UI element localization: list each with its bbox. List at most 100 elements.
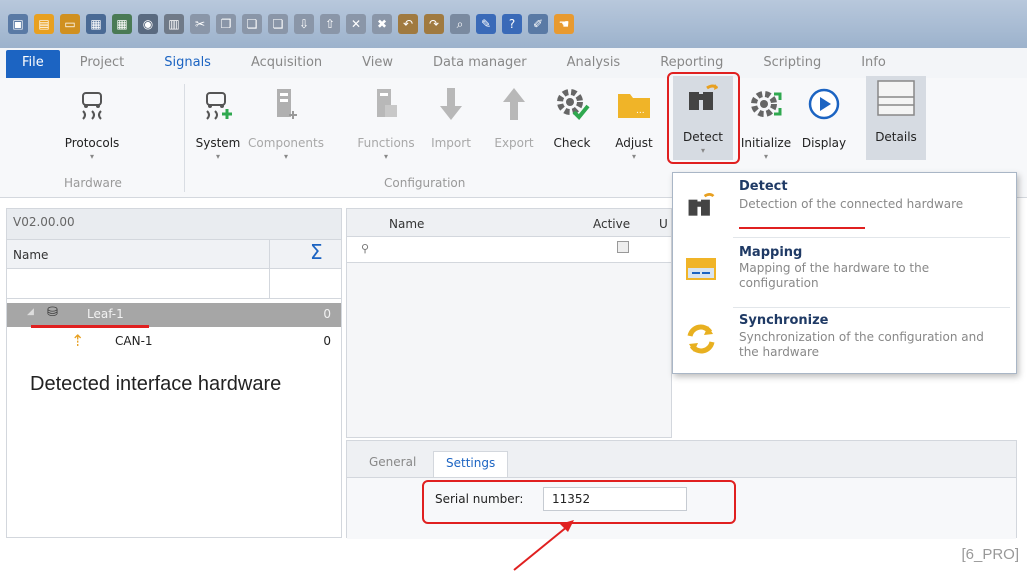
group-label-hardware: Hardware xyxy=(64,176,122,190)
group-divider xyxy=(184,84,185,192)
quick-access-toolbar: ▣ ▤ ▭ ▦ ▦ ◉ ▥ ✂ ❐ ❏ ❏ ⇩ ⇧ ✕ ✖ ↶ ↷ ⌕ ✎ ? … xyxy=(0,0,1027,48)
arrow-up-icon xyxy=(494,84,534,124)
signals-grid: Name Active U ⚲ xyxy=(346,208,672,438)
chevron-down-icon: ▾ xyxy=(383,152,388,161)
group-label-configuration: Configuration xyxy=(384,176,466,190)
pin-icon: ⚲ xyxy=(361,242,370,255)
grid-column-active[interactable]: Active xyxy=(593,217,630,231)
edit-icon[interactable]: ✐ xyxy=(528,14,548,34)
tab-signals[interactable]: Signals xyxy=(144,50,231,78)
binoculars-icon xyxy=(683,78,723,118)
tree-row-leaf[interactable]: ◢ ⛁ Leaf-1 0 xyxy=(7,303,341,328)
details-button[interactable]: Details xyxy=(866,76,926,160)
export-button[interactable]: Export xyxy=(484,82,544,172)
copy-icon[interactable]: ❐ xyxy=(216,14,236,34)
system-button[interactable]: System ▾ xyxy=(188,82,248,172)
help-icon[interactable]: ? xyxy=(502,14,522,34)
check-button[interactable]: Check xyxy=(542,82,602,172)
grid-column-name[interactable]: Name xyxy=(389,217,424,231)
collapse-icon[interactable]: ◢ xyxy=(27,307,34,317)
initialize-button[interactable]: Initialize ▾ xyxy=(736,82,796,172)
tab-data-manager[interactable]: Data manager xyxy=(413,50,547,78)
paste-special-icon[interactable]: ❏ xyxy=(268,14,288,34)
column-name-header[interactable]: Name xyxy=(13,248,48,262)
chevron-down-icon: ▾ xyxy=(700,146,705,155)
tree-row-value: 0 xyxy=(323,334,331,348)
sum-icon[interactable]: Σ xyxy=(269,240,343,268)
delete-icon[interactable]: ✕ xyxy=(346,14,366,34)
protocols-button[interactable]: Protocols ▾ xyxy=(62,82,122,172)
active-checkbox[interactable] xyxy=(617,241,629,253)
grid-filter-row[interactable]: ⚲ xyxy=(347,237,671,263)
gear-check-icon xyxy=(552,84,592,124)
save-icon[interactable]: ▦ xyxy=(86,14,106,34)
red-underline xyxy=(31,325,149,328)
tab-general[interactable]: General xyxy=(357,451,428,477)
detect-button[interactable]: Detect ▾ xyxy=(673,76,733,160)
menu-item-mapping[interactable]: Mapping Mapping of the hardware to the c… xyxy=(673,239,1016,305)
menu-item-title: Mapping xyxy=(739,245,803,260)
initialize-label: Initialize xyxy=(740,136,792,150)
red-arrow xyxy=(513,520,574,571)
tab-analysis[interactable]: Analysis xyxy=(547,50,641,78)
tree-row-label: Leaf-1 xyxy=(87,307,124,321)
export-label: Export xyxy=(494,136,534,150)
components-button[interactable]: Components ▾ xyxy=(248,82,324,172)
tools-icon[interactable]: ✎ xyxy=(476,14,496,34)
tab-scripting[interactable]: Scripting xyxy=(743,50,841,78)
menu-item-detect[interactable]: Detect Detection of the connected hardwa… xyxy=(673,173,1016,239)
details-label: Details xyxy=(875,130,917,144)
svg-text:...: ... xyxy=(636,106,645,116)
mapping-icon xyxy=(683,251,719,287)
display-button[interactable]: Display xyxy=(794,82,854,172)
figure-reference: [6_PRO] xyxy=(961,546,1019,563)
search-icon[interactable]: ⌕ xyxy=(450,14,470,34)
tab-settings[interactable]: Settings xyxy=(433,451,509,477)
auto-icon[interactable]: ◉ xyxy=(138,14,158,34)
menu-item-synchronize[interactable]: Synchronize Synchronization of the confi… xyxy=(673,309,1016,375)
export-icon[interactable]: ⇧ xyxy=(320,14,340,34)
app-icon[interactable]: ▣ xyxy=(8,14,28,34)
tab-project[interactable]: Project xyxy=(60,50,144,78)
components-label: Components xyxy=(248,136,324,150)
device-icon: ⛁ xyxy=(47,305,58,320)
paste-icon[interactable]: ❏ xyxy=(242,14,262,34)
menu-tabs: File Project Signals Acquisition View Da… xyxy=(0,48,1027,78)
menu-separator xyxy=(733,237,1010,238)
menu-separator xyxy=(733,307,1010,308)
detect-label: Detect xyxy=(682,130,723,144)
hand-icon[interactable]: ☚ xyxy=(554,14,574,34)
import-button[interactable]: Import xyxy=(421,82,481,172)
column-divider xyxy=(269,269,270,299)
tab-view[interactable]: View xyxy=(342,50,413,78)
delete-all-icon[interactable]: ✖ xyxy=(372,14,392,34)
tab-file[interactable]: File xyxy=(6,50,60,78)
components-icon xyxy=(266,84,306,124)
adjust-button[interactable]: ... Adjust ▾ xyxy=(604,82,664,172)
functions-label: Functions xyxy=(357,136,415,150)
play-icon xyxy=(804,84,844,124)
cut-icon[interactable]: ✂ xyxy=(190,14,210,34)
undo-icon[interactable]: ↶ xyxy=(398,14,418,34)
import-icon[interactable]: ⇩ xyxy=(294,14,314,34)
grid-header: Name Active U xyxy=(347,209,671,237)
open-folder-icon[interactable]: ▭ xyxy=(60,14,80,34)
functions-button[interactable]: Functions ▾ xyxy=(356,82,416,172)
tree-row-can[interactable]: ⇡ CAN-1 0 xyxy=(7,329,341,353)
print-icon[interactable]: ▥ xyxy=(164,14,184,34)
filter-row[interactable] xyxy=(7,269,341,299)
tree-row-value: 0 xyxy=(323,307,331,321)
gear-arrows-icon xyxy=(746,84,786,124)
chevron-down-icon: ▾ xyxy=(283,152,288,161)
save-as-icon[interactable]: ▦ xyxy=(112,14,132,34)
details-panel-icon xyxy=(876,78,916,118)
redo-icon[interactable]: ↷ xyxy=(424,14,444,34)
grid-column-u[interactable]: U xyxy=(659,217,668,231)
new-file-icon[interactable]: ▤ xyxy=(34,14,54,34)
tab-acquisition[interactable]: Acquisition xyxy=(231,50,342,78)
tab-info[interactable]: Info xyxy=(841,50,906,78)
import-label: Import xyxy=(431,136,471,150)
tree-row-label: CAN-1 xyxy=(115,334,153,348)
car-add-icon xyxy=(198,84,238,124)
annotation-caption: Detected interface hardware xyxy=(30,373,288,396)
